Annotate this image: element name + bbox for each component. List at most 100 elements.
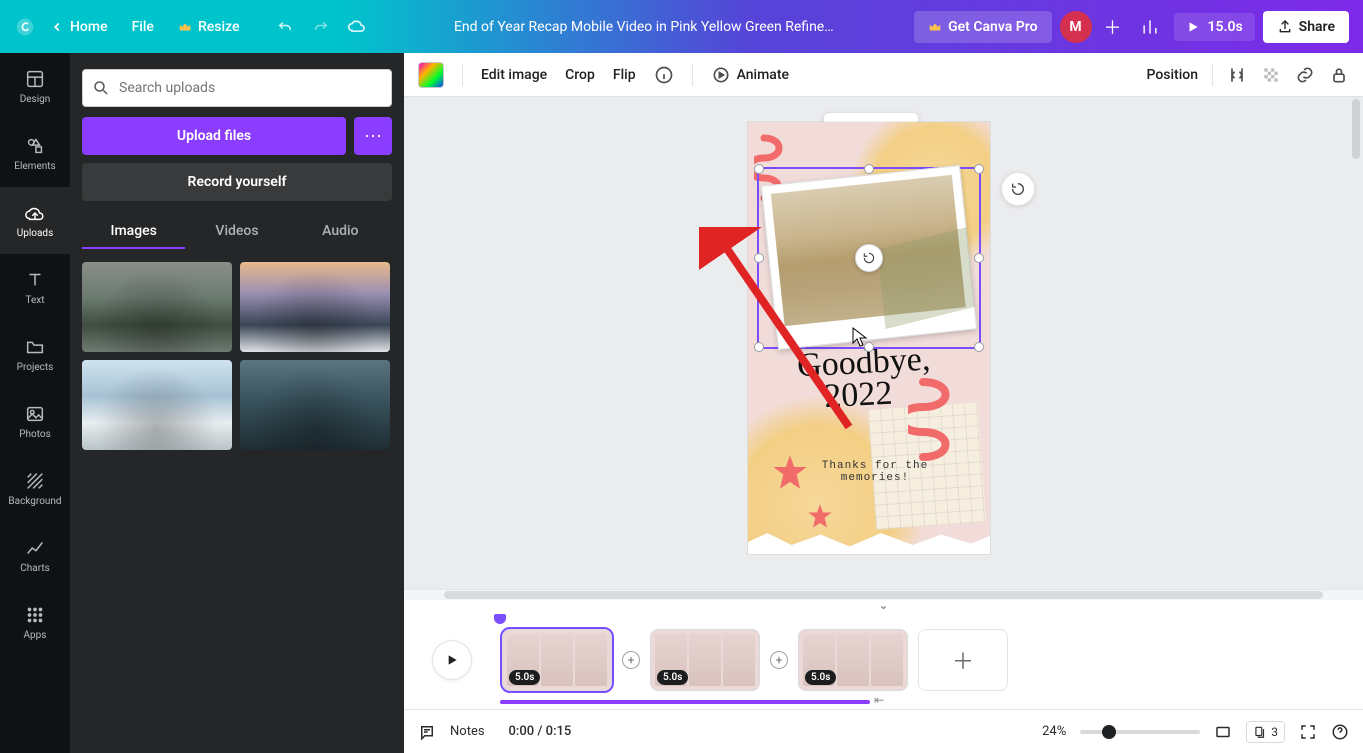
timeline-clip[interactable]: 5.0s <box>650 629 760 691</box>
rail-projects[interactable]: Projects <box>0 321 70 388</box>
home-label: Home <box>70 19 108 35</box>
notes-button[interactable]: Notes <box>450 724 485 739</box>
get-pro-button[interactable]: Get Canva Pro <box>914 11 1051 43</box>
upload-thumb[interactable] <box>240 360 390 450</box>
transparency-icon[interactable] <box>1261 65 1281 85</box>
resize-handle[interactable] <box>754 164 764 174</box>
horizontal-scrollbar[interactable] <box>404 590 1363 600</box>
chart-line-icon <box>24 537 46 559</box>
record-yourself-button[interactable]: Record yourself <box>82 163 392 201</box>
tab-audio[interactable]: Audio <box>289 215 392 249</box>
canvas-area: Edit image Crop Flip Animate Position ⋯ <box>404 53 1363 589</box>
rail-photos[interactable]: Photos <box>0 388 70 455</box>
tab-images[interactable]: Images <box>82 215 185 249</box>
redo-button[interactable] <box>305 11 337 43</box>
lock-icon[interactable] <box>1329 65 1349 85</box>
animate-button[interactable]: Animate <box>711 65 789 85</box>
position-button[interactable]: Position <box>1146 67 1198 83</box>
star-icon <box>770 452 810 492</box>
crown-icon <box>928 20 942 34</box>
fullscreen-icon[interactable] <box>1299 723 1317 741</box>
text-icon <box>24 269 46 291</box>
headline-text[interactable]: Goodbye, 2022 <box>796 344 932 415</box>
undo-button[interactable] <box>269 11 301 43</box>
document-title[interactable]: End of Year Recap Mobile Video in Pink Y… <box>377 19 910 35</box>
color-picker-button[interactable] <box>418 62 444 88</box>
rail-uploads[interactable]: Uploads <box>0 187 70 254</box>
link-icon[interactable] <box>1295 65 1315 85</box>
upload-files-button[interactable]: Upload files <box>82 117 346 155</box>
fit-icon[interactable] <box>1214 723 1232 741</box>
upload-thumb[interactable] <box>240 262 390 352</box>
rotate-handle[interactable] <box>855 244 883 272</box>
timeline-clip[interactable]: 5.0s <box>798 629 908 691</box>
tab-videos[interactable]: Videos <box>185 215 288 249</box>
uploads-grid <box>82 262 392 450</box>
rail-text[interactable]: Text <box>0 254 70 321</box>
clip-duration: 5.0s <box>509 670 540 685</box>
timeline-track <box>500 700 870 704</box>
resize-handle[interactable] <box>974 342 984 352</box>
vertical-scrollbar[interactable] <box>1351 97 1361 589</box>
resize-handle[interactable] <box>864 164 874 174</box>
resize-button[interactable]: Resize <box>168 13 250 41</box>
cloud-sync-icon[interactable] <box>341 11 373 43</box>
timeline-collapse[interactable]: ⌄ <box>404 600 1363 610</box>
subtext[interactable]: Thanks for the memories! <box>820 460 930 484</box>
upload-thumb[interactable] <box>82 262 232 352</box>
info-button[interactable] <box>654 65 674 85</box>
edit-image-button[interactable]: Edit image <box>481 67 547 83</box>
search-uploads <box>82 69 392 107</box>
cloud-upload-icon <box>24 202 46 224</box>
file-menu[interactable]: File <box>122 13 164 41</box>
insert-clip-button[interactable]: + <box>622 651 640 669</box>
search-input[interactable] <box>82 69 392 107</box>
rail-elements[interactable]: Elements <box>0 120 70 187</box>
rail-background[interactable]: Background <box>0 455 70 522</box>
shapes-icon <box>24 135 46 157</box>
timeline-end-marker[interactable]: ⇤ <box>874 693 884 707</box>
play-icon <box>1186 20 1200 34</box>
resize-handle[interactable] <box>974 253 984 263</box>
bottom-bar: Notes 0:00 / 0:15 24% 3 <box>404 709 1363 753</box>
folder-icon <box>24 336 46 358</box>
upload-more-button[interactable]: ⋯ <box>354 117 392 155</box>
notes-icon[interactable] <box>418 723 436 741</box>
zoom-value: 24% <box>1042 724 1066 739</box>
resize-handle[interactable] <box>754 253 764 263</box>
timeline-clip[interactable]: 5.0s <box>502 629 612 691</box>
add-member-button[interactable]: ＋ <box>1100 14 1126 40</box>
crown-icon <box>178 20 192 34</box>
home-button[interactable]: Home <box>40 13 118 41</box>
canva-logo-icon <box>14 16 36 38</box>
share-button[interactable]: Share <box>1263 11 1349 43</box>
info-icon <box>654 65 674 85</box>
insights-button[interactable] <box>1134 11 1166 43</box>
zoom-slider[interactable] <box>1080 730 1200 734</box>
apps-icon <box>24 604 46 626</box>
top-bar: Home File Resize End of Year Recap Mobil… <box>0 0 1363 53</box>
stage[interactable]: ⋯ Goodbye, 2022 Thanks for the memories! <box>404 97 1363 589</box>
selection-bounds[interactable] <box>757 167 981 349</box>
add-clip-button[interactable]: ＋ <box>918 629 1008 691</box>
avatar[interactable]: M <box>1060 11 1092 43</box>
left-rail: Design Elements Uploads Text Projects Ph… <box>0 53 70 753</box>
add-page-button[interactable] <box>1001 172 1035 206</box>
play-button[interactable] <box>432 640 472 680</box>
help-icon[interactable] <box>1331 723 1349 741</box>
resize-handle[interactable] <box>974 164 984 174</box>
page-count-pill[interactable]: 3 <box>1246 721 1285 743</box>
rail-charts[interactable]: Charts <box>0 522 70 589</box>
flip-button[interactable]: Flip <box>613 67 636 83</box>
cursor-icon <box>852 327 868 347</box>
upload-thumb[interactable] <box>82 360 232 450</box>
uploads-tabs: Images Videos Audio <box>82 215 392 250</box>
insert-clip-button[interactable]: + <box>770 651 788 669</box>
crop-button[interactable]: Crop <box>565 67 595 83</box>
rail-apps[interactable]: Apps <box>0 589 70 656</box>
resize-handle[interactable] <box>754 342 764 352</box>
rail-design[interactable]: Design <box>0 53 70 120</box>
animate-icon <box>711 65 731 85</box>
nudge-icon[interactable] <box>1227 65 1247 85</box>
present-button[interactable]: 15.0s <box>1174 13 1255 41</box>
